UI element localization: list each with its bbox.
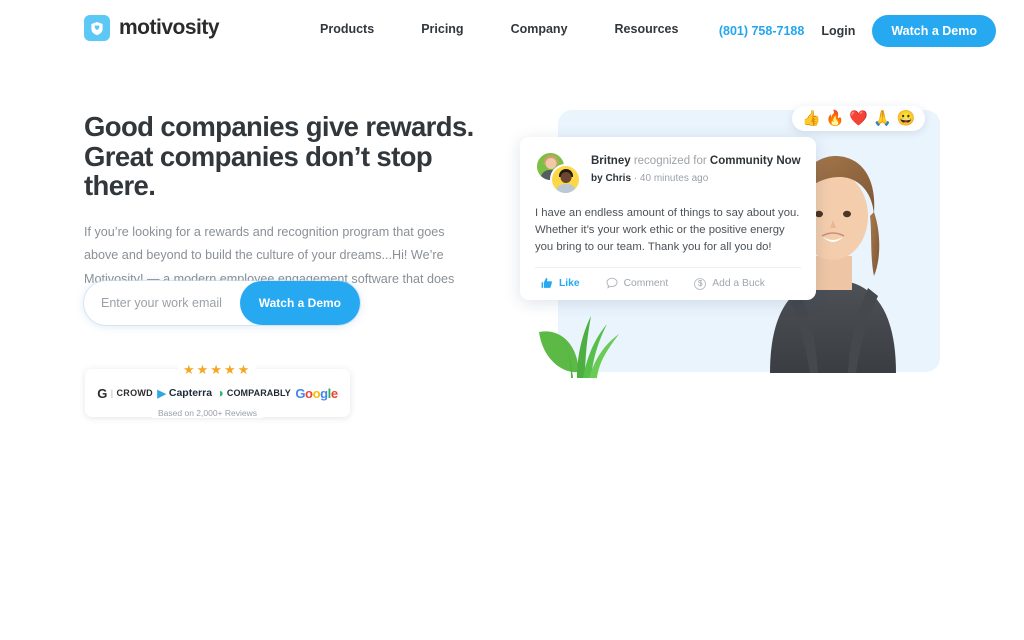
capterra-mark-icon: ▶ [157,387,166,400]
plant-decoration [539,316,619,378]
post-byline: by Chris · 40 minutes ago [591,171,801,187]
hero-watch-demo-button[interactable]: Watch a Demo [239,281,360,325]
post-title-line: Britney recognized for Community Now [591,153,801,170]
page-title: Good companies give rewards. Great compa… [84,112,484,201]
post-meta: Britney recognized for Community Now by … [591,151,801,187]
nav-item-company[interactable]: Company [511,22,568,36]
nav-item-products[interactable]: Products [320,22,374,36]
comment-button[interactable]: Comment [606,277,669,291]
recognition-post-card: Britney recognized for Community Now by … [520,137,816,300]
post-recognized-label: recognized for [633,155,707,167]
headline-line-2: Great companies don’t stop there. [84,140,433,202]
add-a-buck-label: Add a Buck [712,278,765,290]
client-logo-strip: ealthEquity· TOYOTA Chick-fil-A Maple Gr… [0,505,1024,600]
email-capture-form: Watch a Demo [84,281,360,325]
headline-line-1: Good companies give rewards. [84,111,474,142]
header-watch-demo-button[interactable]: Watch a Demo [872,15,996,47]
google-logo: Google [295,385,338,401]
brand-name: motivosity [119,16,220,39]
post-timestamp: 40 minutes ago [639,172,709,184]
capterra-label: Capterra [168,387,213,399]
comparably-label: COMPARABLY [226,388,291,398]
avatar-group [535,151,581,195]
comparably-logo: ◑ COMPARABLY [217,386,291,400]
post-message: I have an endless amount of things to sa… [535,207,800,253]
email-field[interactable] [84,296,254,310]
g2-crowd-label: CROWD [116,388,153,398]
reaction-grin-icon[interactable]: 😀 [897,111,916,126]
reaction-heart-icon[interactable]: ❤️ [849,111,868,126]
site-header: motivosity Products Pricing Company Reso… [0,0,1024,58]
brand-logo[interactable]: motivosity [84,15,220,41]
reaction-fire-icon[interactable]: 🔥 [826,111,845,126]
like-label: Like [559,278,580,290]
comment-icon [606,277,618,291]
like-button[interactable]: Like [541,277,580,291]
reaction-pray-icon[interactable]: 🙏 [873,111,892,126]
comparably-mark-icon: ◑ [216,386,224,400]
star-rating: ★★★★★ [178,362,257,378]
reaction-thumbs-up-icon[interactable]: 👍 [802,111,821,126]
post-recipient: Britney [591,155,631,167]
thumbs-up-icon [541,277,553,291]
post-separator: · [633,172,638,184]
add-a-buck-button[interactable]: $ Add a Buck [694,277,765,290]
g2-mark-icon: G [97,385,108,401]
header-actions: (801) 758-7188 Login Watch a Demo [719,15,996,47]
reviews-count-note: Based on 2,000+ Reviews [152,408,263,418]
post-header: Britney recognized for Community Now by … [535,151,801,195]
main-nav: Products Pricing Company Resources [320,22,678,36]
post-action-bar: Like Comment $ Add a Buck [535,266,801,300]
landing-page: motivosity Products Pricing Company Reso… [0,0,1024,640]
avatar-sender [550,164,581,195]
nav-item-pricing[interactable]: Pricing [421,22,463,36]
login-link[interactable]: Login [821,24,855,38]
reaction-bar[interactable]: 👍 🔥 ❤️ 🙏 😀 [792,106,926,131]
dollar-icon: $ [694,277,707,290]
capterra-logo: ▶ Capterra [157,387,212,400]
comment-label: Comment [623,278,669,290]
nav-item-resources[interactable]: Resources [615,22,679,36]
shield-heart-icon [84,15,110,41]
g2-crowd-logo: G | CROWD [97,385,153,401]
post-value: Community Now [709,155,801,167]
hero-illustration: 👍 🔥 ❤️ 🙏 😀 Britney recognized for Commun… [510,100,970,400]
post-author: by Chris [591,172,632,184]
phone-link[interactable]: (801) 758-7188 [719,24,804,38]
